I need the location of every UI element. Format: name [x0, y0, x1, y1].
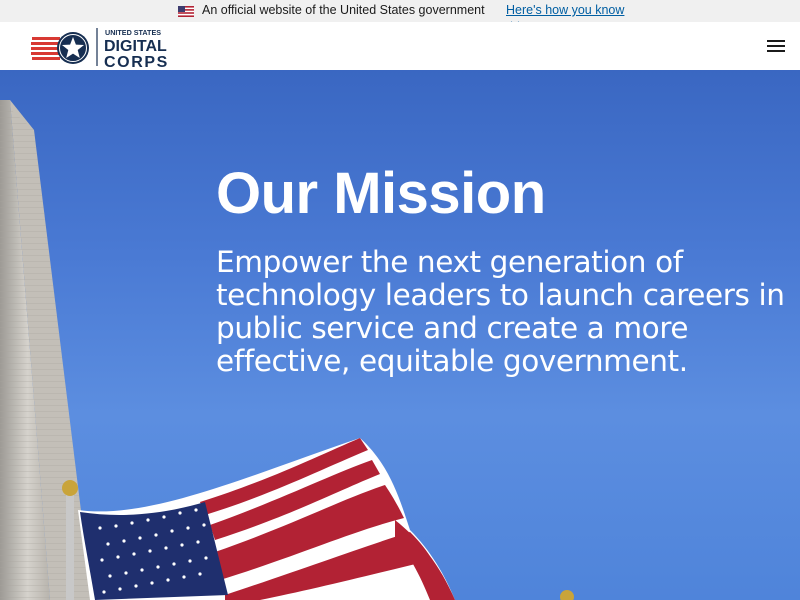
site-header: UNITED STATES DIGITAL CORPS	[0, 22, 800, 70]
logo-line1: UNITED STATES	[105, 28, 161, 37]
logo-line3: CORPS	[104, 54, 169, 68]
digital-corps-logo[interactable]: UNITED STATES DIGITAL CORPS	[31, 26, 173, 68]
hamburger-menu-icon[interactable]	[762, 35, 790, 57]
gov-banner: An official website of the United States…	[0, 0, 800, 28]
us-flag-icon	[178, 6, 194, 17]
star-stripes-logo-icon	[31, 32, 89, 64]
gov-banner-text: An official website of the United States…	[202, 3, 485, 17]
logo-line2: DIGITAL	[104, 38, 167, 55]
hero-section: Our Mission Empower the next generation …	[0, 70, 800, 600]
hero-mission-text: Empower the next generation of technolog…	[216, 245, 785, 378]
hero-title: Our Mission	[216, 161, 546, 226]
how-you-know-link[interactable]: Here's how you know	[506, 3, 624, 17]
